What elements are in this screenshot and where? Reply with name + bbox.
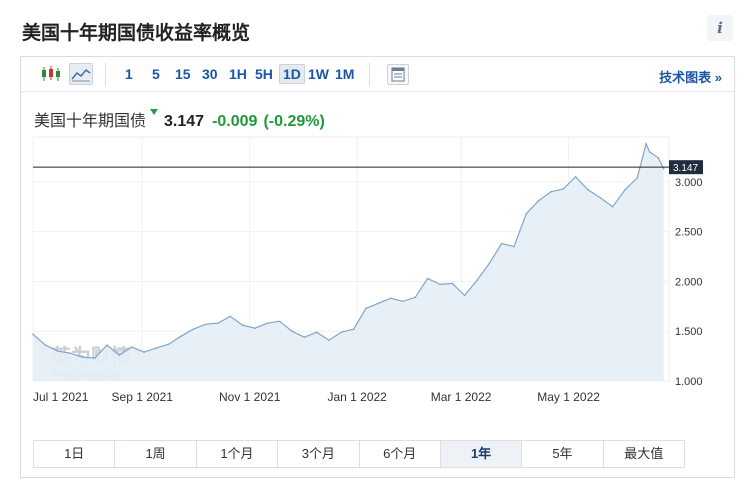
data-point	[106, 344, 108, 346]
data-point	[657, 157, 660, 159]
data-point	[365, 307, 367, 310]
data-point	[574, 176, 577, 178]
data-point	[451, 282, 454, 285]
data-point	[352, 328, 355, 331]
data-point	[278, 320, 281, 323]
x-tick-label: Mar 1 2022	[431, 390, 492, 404]
data-point	[587, 188, 589, 191]
data-point	[328, 339, 330, 341]
data-point	[439, 283, 441, 286]
data-point	[645, 143, 647, 145]
data-point	[662, 168, 665, 170]
yield-chart[interactable]: 英为财情Investing.com3.1471.0001.5002.0002.5…	[21, 57, 734, 437]
data-point	[550, 190, 552, 193]
data-point	[254, 327, 256, 330]
data-point	[414, 296, 417, 299]
data-point	[32, 333, 34, 335]
data-point	[69, 352, 71, 354]
x-tick-label: Nov 1 2021	[219, 390, 281, 404]
data-point	[525, 212, 528, 215]
data-point	[266, 322, 269, 325]
data-point	[180, 335, 182, 337]
data-point	[500, 242, 503, 245]
data-point	[624, 188, 626, 191]
data-point	[340, 331, 343, 334]
data-point	[611, 205, 614, 208]
data-point	[167, 343, 170, 345]
period-button[interactable]: 1周	[115, 441, 197, 467]
data-point	[56, 350, 59, 352]
data-point	[143, 351, 145, 353]
data-point	[291, 330, 293, 333]
chart-widget: 1 5 15 30 1H 5H 1D 1W 1M 技术图表 » 美国十年期国债 3…	[20, 56, 735, 478]
y-tick-label: 2.500	[675, 227, 703, 239]
x-tick-label: Jul 1 2021	[33, 390, 89, 404]
y-tick-label: 1.500	[675, 326, 703, 338]
x-tick-label: Jan 1 2022	[327, 390, 387, 404]
data-point	[426, 277, 429, 280]
data-point	[402, 300, 404, 303]
data-point	[476, 279, 478, 282]
x-tick-label: May 1 2022	[537, 390, 600, 404]
data-point	[192, 328, 195, 331]
data-point	[389, 297, 392, 300]
y-tick-label: 2.000	[675, 276, 703, 288]
period-button[interactable]: 1年	[440, 441, 523, 467]
y-tick-label: 1.000	[675, 376, 703, 388]
data-point	[81, 356, 84, 358]
data-point	[463, 294, 466, 297]
x-tick-label: Sep 1 2021	[112, 390, 174, 404]
y-tick-label: 3.000	[675, 177, 703, 189]
data-point	[44, 344, 47, 346]
data-point	[513, 245, 515, 248]
data-point	[648, 151, 651, 153]
period-button[interactable]: 3个月	[278, 441, 360, 467]
period-button[interactable]: 1日	[34, 441, 116, 467]
data-point	[599, 196, 602, 199]
data-point	[303, 336, 306, 338]
data-point	[155, 347, 158, 349]
data-point	[488, 262, 491, 265]
info-icon[interactable]: i	[707, 15, 733, 41]
period-button[interactable]: 最大值	[603, 441, 684, 467]
period-button[interactable]: 6个月	[359, 441, 441, 467]
current-price-label: 3.147	[673, 163, 698, 174]
page-title: 美国十年期国债收益率概览	[22, 23, 251, 44]
data-point	[229, 315, 232, 318]
data-point	[130, 346, 133, 348]
data-point	[377, 302, 380, 305]
period-button[interactable]: 5年	[522, 441, 604, 467]
data-point	[636, 177, 639, 179]
period-selector: 1日 1周 1个月 3个月 6个月 1年 5年 最大值	[33, 440, 685, 468]
data-point	[315, 331, 318, 334]
data-point	[93, 357, 96, 359]
data-point	[217, 322, 219, 325]
period-button[interactable]: 1个月	[196, 441, 279, 467]
data-point	[562, 187, 565, 190]
data-point	[537, 199, 540, 202]
data-point	[204, 323, 207, 326]
data-point	[118, 354, 121, 356]
data-point	[241, 324, 244, 327]
